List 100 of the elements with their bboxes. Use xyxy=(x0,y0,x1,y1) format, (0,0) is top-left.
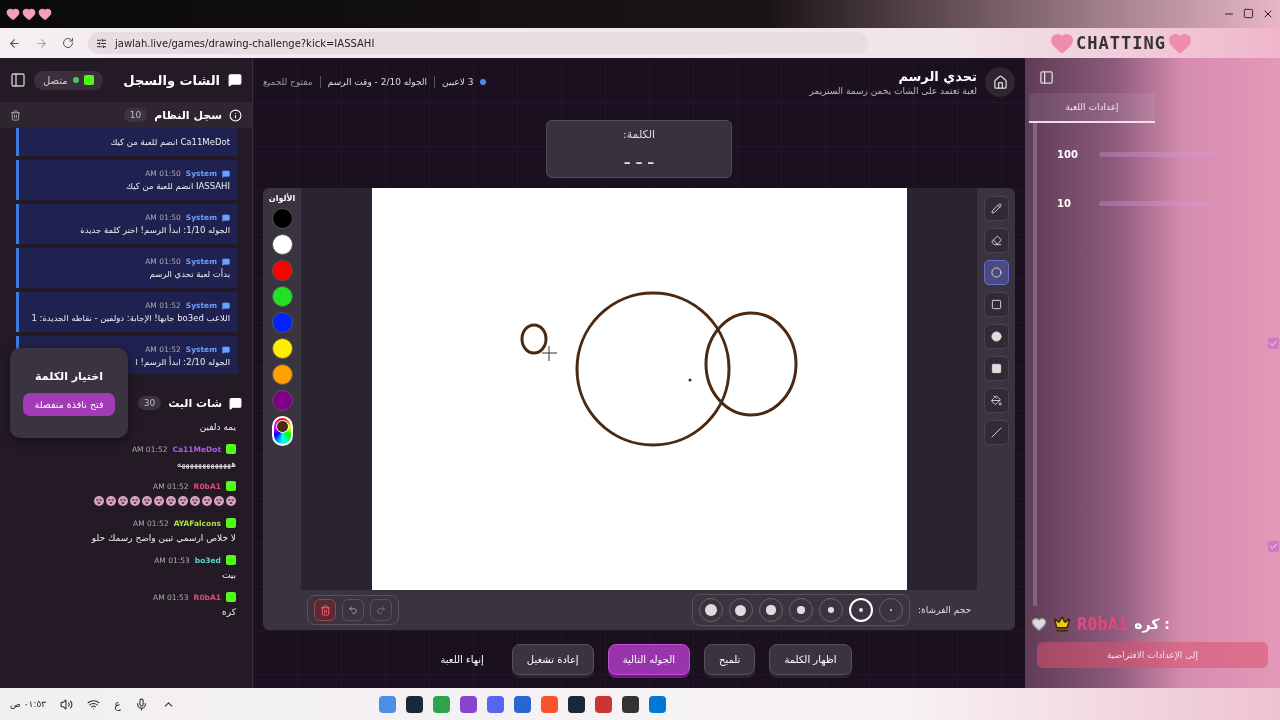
word-label: الكلمة: xyxy=(622,127,656,141)
color-swatch[interactable] xyxy=(271,286,293,307)
tool-button[interactable] xyxy=(983,356,1009,381)
brush-size-button[interactable] xyxy=(819,598,843,622)
chat-text: كره xyxy=(222,607,236,617)
microphone-icon[interactable] xyxy=(134,697,148,711)
custom-color-picker[interactable] xyxy=(271,416,293,446)
color-swatch[interactable] xyxy=(271,338,293,359)
kick-logo-icon xyxy=(226,481,236,491)
color-swatch[interactable] xyxy=(271,208,293,229)
dizzy-face-icon xyxy=(94,496,104,506)
tool-button[interactable] xyxy=(983,292,1009,317)
collapse-panel-icon[interactable] xyxy=(1039,70,1054,85)
count-badge: 30 xyxy=(137,396,162,410)
tool-button[interactable] xyxy=(983,388,1009,413)
brush-size-button[interactable] xyxy=(789,598,813,622)
color-swatch[interactable] xyxy=(271,364,293,385)
crosshair-cursor-icon xyxy=(541,345,557,362)
color-swatch[interactable] xyxy=(271,234,293,255)
color-swatch[interactable] xyxy=(271,390,293,411)
tool-button[interactable] xyxy=(983,260,1009,285)
status-dot xyxy=(480,79,487,85)
overlay-user-name: R0bA1 xyxy=(1077,614,1129,634)
log-text: الجوله 1/10: ابدأ الرسم! اختر كلمة جديدة xyxy=(80,225,230,235)
dizzy-face-icon xyxy=(154,496,164,506)
address-field[interactable]: jawlah.live/games/drawing-challenge?kick=IASSAHI xyxy=(88,32,868,54)
end-game-link[interactable]: إنهاء اللعبة xyxy=(426,644,498,674)
tool-button[interactable] xyxy=(983,324,1009,349)
players-count: 3 لاعبين xyxy=(442,77,474,87)
log-text: اللاعب bo3ed جابها! الإجابة: دولفين - نقاطه الجديدة: 1 xyxy=(31,313,230,323)
wifi-icon[interactable] xyxy=(87,697,101,711)
home-button[interactable] xyxy=(985,67,1015,97)
kick-logo-icon xyxy=(226,592,236,602)
color-swatch[interactable] xyxy=(271,260,293,281)
heart-icon xyxy=(6,7,20,21)
section-title: سجل النظام xyxy=(154,108,222,122)
banner-text: CHATTING xyxy=(1076,33,1166,53)
game-title: تحدي الرسم xyxy=(897,68,977,84)
checkbox[interactable] xyxy=(1267,337,1280,350)
chat-icon xyxy=(228,73,242,87)
back-icon[interactable] xyxy=(8,36,21,50)
tool-button[interactable] xyxy=(983,196,1009,221)
heart-icon xyxy=(1168,31,1192,55)
language-indicator[interactable]: ع xyxy=(114,697,121,711)
pencil-icon xyxy=(990,203,1002,214)
chat-text: يمه دلفين xyxy=(199,422,236,432)
color-swatch[interactable] xyxy=(271,312,293,333)
brush-size-button[interactable] xyxy=(729,598,753,622)
close-icon[interactable] xyxy=(1262,8,1274,20)
bot-icon xyxy=(222,169,230,178)
chat-text: لا خلاص ارسمي تبين واضح رسمك حلو xyxy=(91,533,236,543)
bot-icon xyxy=(222,301,230,310)
paint-bucket-icon xyxy=(990,395,1002,406)
chat-text: هههههههههههههه xyxy=(176,459,236,469)
log-text: Ca11MeDot انضم للعبة من كيك xyxy=(110,137,230,147)
section-title: شات البث xyxy=(168,396,222,410)
game-subtitle: لعبة تعتمد على الشات يخمن رسمة الستريمر xyxy=(809,85,977,96)
clear-button[interactable] xyxy=(314,599,336,621)
brush-size-label: حجم الفرشاة: xyxy=(918,605,971,615)
tool-button[interactable] xyxy=(983,228,1009,253)
checkbox[interactable] xyxy=(1267,540,1280,553)
action-button[interactable]: الجوله التالية xyxy=(607,643,690,675)
dizzy-face-icon xyxy=(214,496,224,506)
log-text: الجوله 2/10: ابدأ الرسم! ا xyxy=(135,357,230,367)
filled-square-icon xyxy=(990,363,1002,374)
taskbar-app-icon[interactable] xyxy=(405,695,423,713)
slider-value: 10 xyxy=(1057,198,1072,209)
site-settings-icon[interactable] xyxy=(96,37,107,49)
bot-icon xyxy=(222,257,230,266)
dizzy-face-icon xyxy=(202,496,212,506)
kick-logo-icon xyxy=(226,555,236,565)
volume-icon[interactable] xyxy=(60,697,74,711)
collapse-panel-icon[interactable] xyxy=(10,72,26,88)
action-button[interactable]: اظهار الكلمة xyxy=(769,643,852,675)
brush-size-button[interactable] xyxy=(699,598,723,622)
redo-icon xyxy=(376,605,386,615)
count-badge: 10 xyxy=(123,108,148,122)
popup-title: اختيار الكلمة xyxy=(35,370,103,383)
settings-tab[interactable]: إعدادات اللعبة xyxy=(1029,93,1155,123)
action-button[interactable]: تلميح xyxy=(704,643,756,675)
action-button[interactable]: إعادة تشغيل xyxy=(511,643,594,675)
undo-button[interactable] xyxy=(342,599,364,621)
dizzy-face-icon xyxy=(130,496,140,506)
trash-icon xyxy=(319,604,331,616)
dizzy-face-icon xyxy=(142,496,152,506)
open-window-button[interactable]: فتح نافذة منفصلة xyxy=(22,393,116,416)
heart-icon xyxy=(22,7,36,21)
taskbar-app-icon[interactable] xyxy=(621,695,639,713)
heart-icon xyxy=(1050,31,1075,55)
trash-icon[interactable] xyxy=(10,109,21,121)
maximize-icon[interactable] xyxy=(1243,8,1254,19)
circle-icon xyxy=(990,267,1002,278)
heart-icon xyxy=(38,7,52,21)
dizzy-face-icon xyxy=(106,496,116,506)
round-info: الجوله 2/10 - وقت الرسم xyxy=(327,77,428,87)
taskbar-app-icon[interactable] xyxy=(567,695,585,713)
reload-icon[interactable] xyxy=(62,37,74,49)
bot-icon xyxy=(222,213,230,222)
brush-size-button[interactable] xyxy=(759,598,783,622)
log-text: بدأت لعبة تحدي الرسم xyxy=(149,269,230,279)
